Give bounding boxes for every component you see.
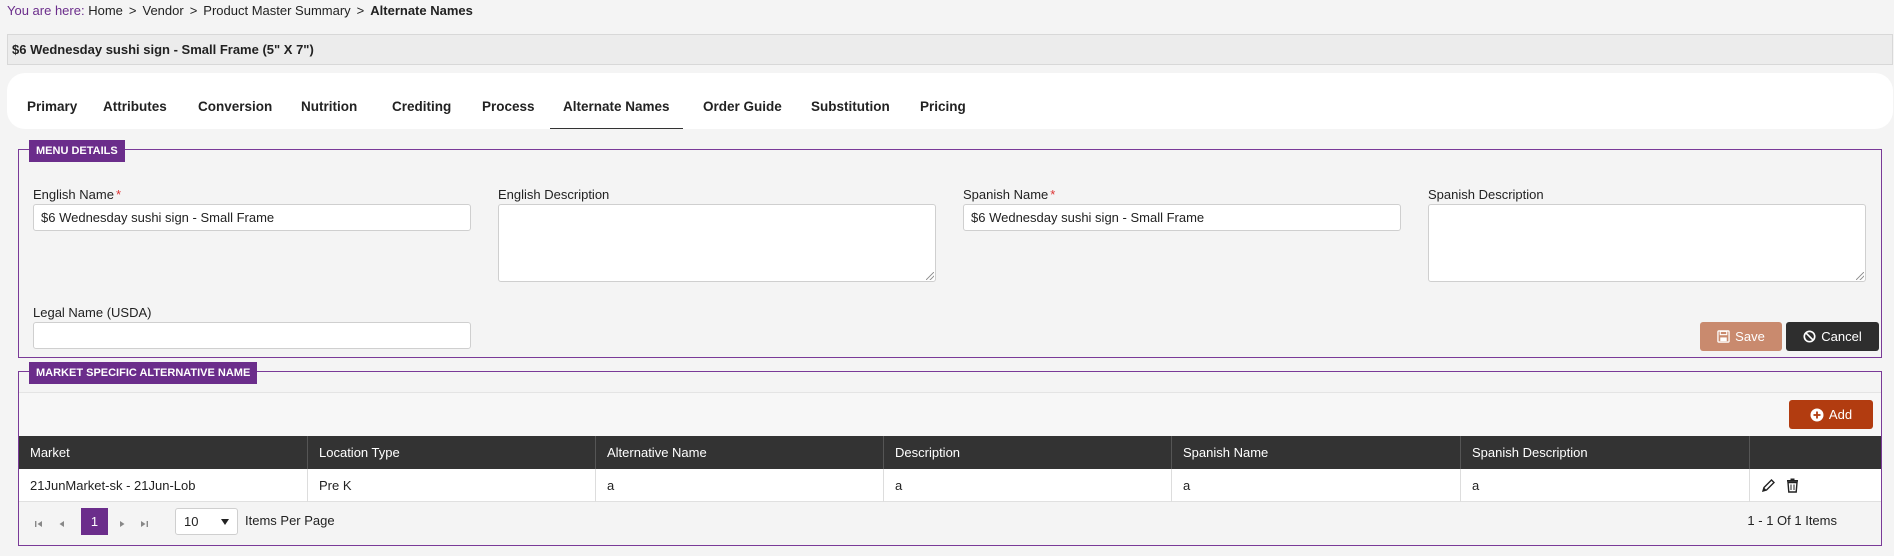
breadcrumb-current: Alternate Names bbox=[370, 3, 473, 18]
cell-location-type: Pre K bbox=[308, 469, 596, 502]
column-header-description[interactable]: Description bbox=[884, 436, 1172, 469]
breadcrumb-home[interactable]: Home bbox=[88, 3, 123, 18]
column-header-actions bbox=[1750, 436, 1883, 469]
required-marker: * bbox=[1050, 187, 1056, 202]
tab-conversion[interactable]: Conversion bbox=[185, 73, 285, 129]
pager-summary: 1 - 1 Of 1 Items bbox=[1747, 513, 1837, 528]
cancel-button[interactable]: Cancel bbox=[1786, 322, 1879, 351]
legal-name-input[interactable] bbox=[33, 322, 471, 349]
toolbar bbox=[19, 392, 1881, 436]
breadcrumb: You are here: Home > Vendor > Product Master… bbox=[7, 3, 473, 18]
cell-actions bbox=[1750, 469, 1883, 502]
current-page-button[interactable]: 1 bbox=[81, 508, 108, 535]
cancel-button-label: Cancel bbox=[1821, 329, 1862, 344]
cell-alternative-name: a bbox=[596, 469, 884, 502]
page-size-value: 10 bbox=[184, 514, 199, 529]
resize-grip-icon[interactable] bbox=[1856, 272, 1864, 280]
english-description-label: English Description bbox=[498, 187, 610, 202]
breadcrumb-product-master-summary[interactable]: Product Master Summary bbox=[203, 3, 350, 18]
spanish-description-textarea[interactable] bbox=[1428, 204, 1866, 282]
tab-process[interactable]: Process bbox=[469, 73, 548, 129]
cell-description: a bbox=[884, 469, 1172, 502]
market-specific-section: MARKET SPECIFIC ALTERNATIVE NAME Add Mar… bbox=[18, 362, 1882, 546]
column-header-alternative-name[interactable]: Alternative Name bbox=[596, 436, 884, 469]
column-header-spanish-name[interactable]: Spanish Name bbox=[1172, 436, 1461, 469]
table-row[interactable]: 21JunMarket-sk - 21Jun-Lob Pre K a a a a bbox=[19, 469, 1881, 502]
breadcrumb-separator: > bbox=[189, 3, 198, 18]
tab-substitution[interactable]: Substitution bbox=[798, 73, 903, 129]
resize-grip-icon[interactable] bbox=[926, 272, 934, 280]
menu-details-legend: MENU DETAILS bbox=[29, 140, 125, 162]
cell-spanish-name: a bbox=[1172, 469, 1461, 502]
first-page-icon[interactable] bbox=[32, 517, 46, 531]
edit-pencil-icon[interactable] bbox=[1761, 478, 1776, 493]
column-header-location-type[interactable]: Location Type bbox=[308, 436, 596, 469]
plus-circle-icon bbox=[1810, 408, 1824, 421]
spanish-name-label: Spanish Name * bbox=[963, 187, 1055, 202]
spanish-name-label-text: Spanish Name bbox=[963, 187, 1049, 202]
dropdown-caret-icon bbox=[221, 519, 229, 525]
cell-spanish-description: a bbox=[1461, 469, 1750, 502]
tab-nutrition[interactable]: Nutrition bbox=[288, 73, 370, 129]
ban-icon bbox=[1803, 330, 1816, 343]
breadcrumb-separator: > bbox=[128, 3, 137, 18]
english-name-input[interactable] bbox=[33, 204, 471, 231]
product-title: $6 Wednesday sushi sign - Small Frame (5… bbox=[7, 34, 1893, 65]
save-icon bbox=[1717, 330, 1730, 343]
cell-market: 21JunMarket-sk - 21Jun-Lob bbox=[19, 469, 308, 502]
add-button-label: Add bbox=[1828, 407, 1853, 422]
previous-page-icon[interactable] bbox=[55, 517, 69, 531]
items-per-page-label: Items Per Page bbox=[245, 513, 335, 528]
english-name-label: English Name * bbox=[33, 187, 121, 202]
english-description-textarea[interactable] bbox=[498, 204, 936, 282]
market-specific-legend: MARKET SPECIFIC ALTERNATIVE NAME bbox=[29, 362, 258, 384]
breadcrumb-vendor[interactable]: Vendor bbox=[143, 3, 184, 18]
menu-details-section: MENU DETAILS English Name* English Descr… bbox=[18, 140, 1882, 358]
save-button-label: Save bbox=[1735, 329, 1765, 344]
spanish-name-input[interactable] bbox=[963, 204, 1401, 231]
english-name-label-text: English Name bbox=[33, 187, 114, 202]
save-button[interactable]: Save bbox=[1700, 322, 1782, 351]
legal-name-label: Legal Name (USDA) bbox=[33, 305, 152, 320]
pager: 1 10 Items Per Page 1 - 1 Of 1 Items bbox=[19, 508, 1881, 536]
tab-bar: Primary Attributes Conversion Nutrition … bbox=[7, 73, 1893, 129]
tab-alternate-names[interactable]: Alternate Names bbox=[550, 73, 683, 129]
tab-crediting[interactable]: Crediting bbox=[379, 73, 464, 129]
tab-pricing[interactable]: Pricing bbox=[907, 73, 979, 129]
breadcrumb-prefix: You are here: bbox=[7, 3, 85, 18]
column-header-spanish-description[interactable]: Spanish Description bbox=[1461, 436, 1750, 469]
tab-order-guide[interactable]: Order Guide bbox=[690, 73, 795, 129]
last-page-icon[interactable] bbox=[137, 517, 151, 531]
tab-primary[interactable]: Primary bbox=[14, 73, 90, 129]
table-header: Market Location Type Alternative Name De… bbox=[19, 436, 1881, 469]
delete-trash-icon[interactable] bbox=[1786, 478, 1799, 493]
add-button[interactable]: Add bbox=[1789, 400, 1873, 429]
page-size-select[interactable]: 10 bbox=[175, 508, 238, 535]
tab-attributes[interactable]: Attributes bbox=[90, 73, 180, 129]
spanish-description-label: Spanish Description bbox=[1428, 187, 1544, 202]
column-header-market[interactable]: Market bbox=[19, 436, 308, 469]
breadcrumb-separator: > bbox=[356, 3, 365, 18]
required-marker: * bbox=[115, 187, 121, 202]
next-page-icon[interactable] bbox=[115, 517, 129, 531]
